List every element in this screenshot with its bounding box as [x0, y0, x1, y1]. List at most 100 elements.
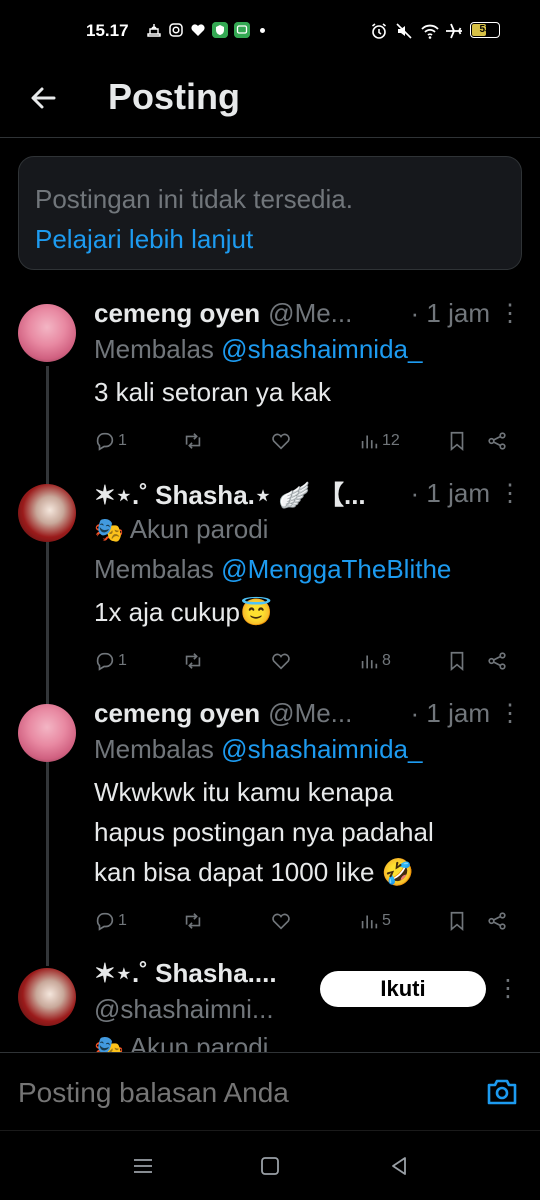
shield-app-icon — [212, 22, 228, 38]
unavailable-post-notice: Postingan ini tidak tersedia. Pelajari l… — [18, 156, 522, 270]
back-button[interactable] — [24, 78, 64, 118]
follow-button[interactable]: Ikuti — [320, 971, 486, 1007]
post-header: ✶⋆.˚ Shasha.⋆ 🪽 【... · 1 jam ⋮ — [94, 475, 522, 512]
avatar[interactable] — [18, 704, 76, 762]
airplane-icon — [445, 22, 462, 39]
thread-connector-line — [46, 366, 49, 966]
more-icon[interactable]: ⋮ — [498, 699, 522, 728]
views-button[interactable]: 8 — [358, 650, 446, 672]
reply-count: 1 — [118, 652, 127, 669]
status-time: 15.17 — [86, 21, 129, 40]
recents-button[interactable] — [130, 1153, 156, 1179]
mute-icon — [395, 22, 412, 39]
more-icon[interactable]: ⋮ — [496, 974, 520, 1002]
views-icon — [361, 655, 378, 669]
more-icon[interactable]: ⋮ — [498, 479, 522, 508]
more-icon[interactable]: ⋮ — [498, 299, 522, 328]
share-icon — [488, 912, 506, 930]
timestamp: · 1 jam — [410, 477, 490, 508]
timestamp: · 1 jam — [410, 697, 490, 728]
display-name[interactable]: cemeng oyen — [94, 698, 260, 729]
username[interactable]: @Me... — [268, 298, 352, 329]
reply-icon — [96, 912, 114, 931]
share-button[interactable] — [486, 650, 516, 672]
display-name[interactable]: ✶⋆.˚ Shasha.... — [94, 958, 277, 989]
home-button[interactable] — [257, 1153, 283, 1179]
display-name[interactable]: cemeng oyen — [94, 298, 260, 329]
post-header: ✶⋆.˚ Shasha.... — [94, 956, 304, 990]
camera-button[interactable] — [486, 1077, 518, 1107]
post-text: Wkwkwk itu kamu kenapa hapus postingan n… — [94, 772, 520, 892]
repost-button[interactable] — [182, 430, 270, 452]
reply-icon — [96, 432, 114, 451]
system-navigation-bar — [0, 1130, 540, 1200]
bookmark-button[interactable] — [446, 650, 486, 672]
mention-link[interactable]: @shashaimnida_ — [221, 734, 422, 764]
like-icon — [272, 653, 290, 670]
views-count: 5 — [382, 912, 391, 929]
reply-count: 1 — [118, 432, 127, 449]
instagram-icon — [168, 22, 184, 38]
unavailable-message: Postingan ini tidak tersedia. — [35, 184, 353, 214]
app-header: Posting — [0, 66, 540, 138]
battery-level: 53 — [479, 24, 491, 35]
bookmark-button[interactable] — [446, 430, 486, 452]
post-actions: 1 5 — [94, 906, 520, 936]
home-square-icon — [261, 1157, 279, 1175]
reply-button[interactable]: 1 — [94, 650, 182, 672]
like-button[interactable] — [270, 910, 358, 932]
display-name[interactable]: ✶⋆.˚ Shasha.⋆ 🪽 【... — [94, 475, 366, 512]
replying-to-label: Membalas — [94, 334, 214, 364]
post-actions: 1 12 — [94, 426, 520, 456]
replying-to: Membalas @shashaimnida_ — [94, 330, 520, 368]
parody-badge: 🎭 Akun parodi — [94, 510, 520, 550]
reply-input[interactable] — [18, 1077, 458, 1109]
mosque-icon — [146, 22, 162, 38]
post-text-line: kan bisa dapat 1000 like 🤣 — [94, 857, 415, 887]
status-bar: 15.17 53 — [0, 0, 540, 66]
reply-button[interactable]: 1 — [94, 910, 182, 932]
back-arrow-icon — [31, 87, 56, 109]
repost-button[interactable] — [182, 650, 270, 672]
avatar[interactable] — [18, 484, 76, 542]
views-icon — [361, 435, 378, 449]
retweet-icon — [185, 433, 201, 449]
post-actions: 1 8 — [94, 646, 520, 676]
views-count: 12 — [382, 432, 400, 449]
post-header: cemeng oyen @Me... · 1 jam ⋮ — [94, 296, 522, 330]
mention-link[interactable]: @MenggaTheBlithe — [221, 554, 451, 584]
avatar[interactable] — [18, 968, 76, 1026]
post-text: 1x aja cukup😇 — [94, 597, 273, 627]
bookmark-button[interactable] — [446, 910, 486, 932]
post-text-line: Wkwkwk itu kamu kenapa — [94, 777, 394, 807]
retweet-icon — [185, 653, 201, 669]
username[interactable]: @Me... — [268, 698, 352, 729]
username[interactable]: @shashaimni... — [94, 990, 304, 1028]
reply-button[interactable]: 1 — [94, 430, 182, 452]
repost-button[interactable] — [182, 910, 270, 932]
wifi-icon — [420, 22, 439, 39]
reply-icon — [96, 652, 114, 671]
share-button[interactable] — [486, 430, 516, 452]
back-triangle-icon — [392, 1157, 406, 1175]
like-button[interactable] — [270, 430, 358, 452]
retweet-icon — [185, 913, 201, 929]
timestamp: · 1 jam — [410, 297, 490, 328]
post-text-line: hapus postingan nya padahal — [94, 817, 434, 847]
post-text: 3 kali setoran ya kak — [94, 377, 332, 407]
views-button[interactable]: 5 — [358, 910, 446, 932]
avatar[interactable] — [18, 304, 76, 362]
share-button[interactable] — [486, 910, 516, 932]
mention-link[interactable]: @shashaimnida_ — [221, 334, 422, 364]
camera-icon — [487, 1079, 517, 1105]
back-nav-button[interactable] — [386, 1153, 412, 1179]
menu-icon — [134, 1159, 152, 1173]
replying-to: Membalas @shashaimnida_ — [94, 730, 520, 768]
mask-icon: 🎭 — [94, 517, 124, 544]
bookmark-icon — [450, 911, 464, 932]
replying-to: Membalas @MenggaTheBlithe — [94, 550, 520, 588]
like-button[interactable] — [270, 650, 358, 672]
learn-more-link[interactable]: Pelajari lebih lanjut — [35, 219, 505, 259]
views-button[interactable]: 12 — [358, 430, 446, 452]
status-notification-icons — [146, 22, 265, 38]
